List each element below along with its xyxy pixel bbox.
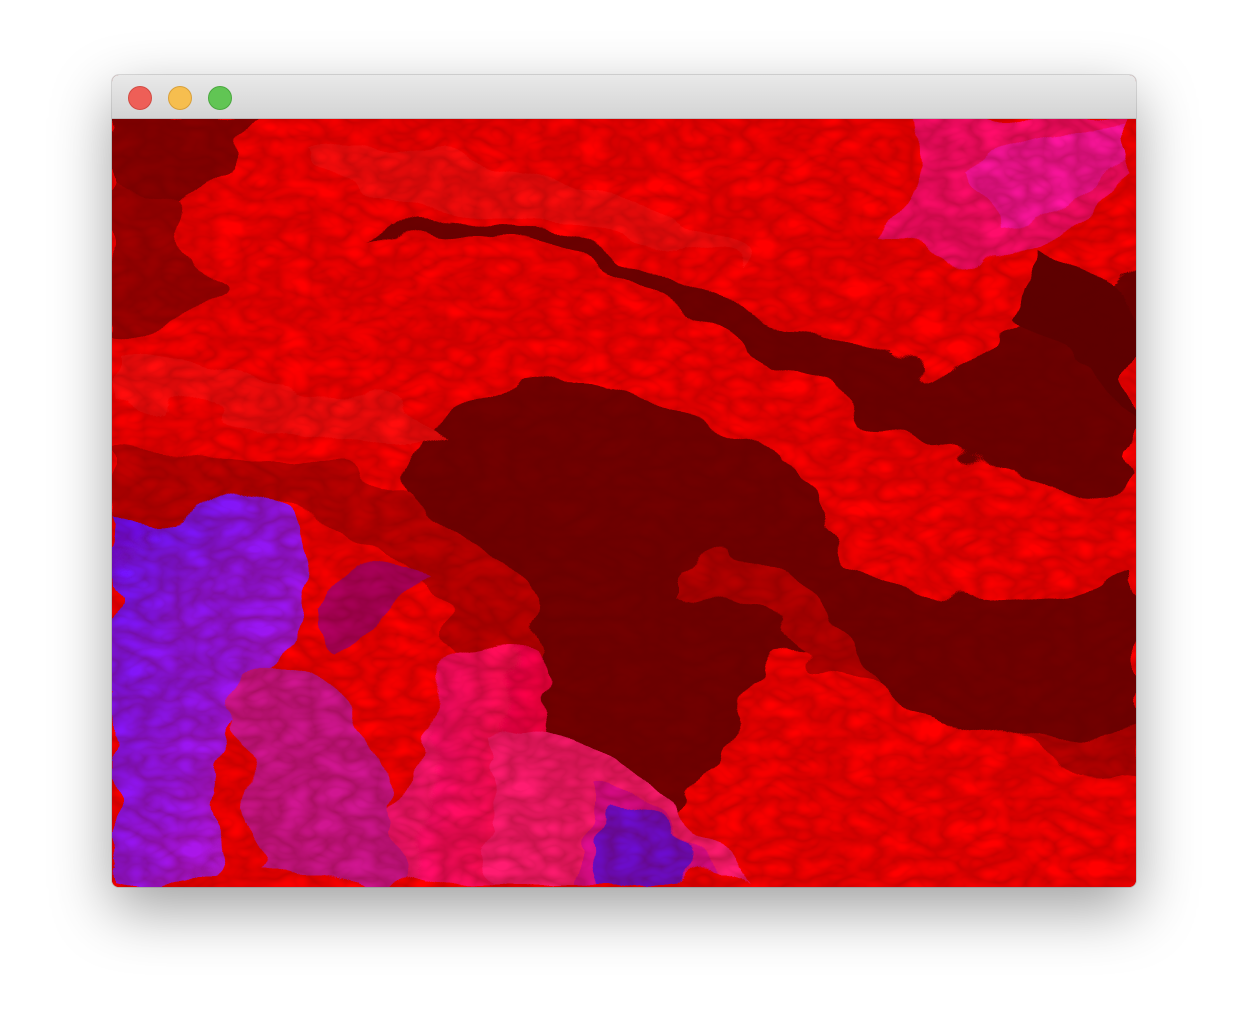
app-window [112, 75, 1136, 887]
close-button[interactable] [128, 86, 152, 110]
minimize-button[interactable] [168, 86, 192, 110]
fluid-render [112, 119, 1136, 887]
zoom-button[interactable] [208, 86, 232, 110]
fluid-canvas[interactable] [112, 119, 1136, 887]
title-bar[interactable] [112, 75, 1136, 119]
